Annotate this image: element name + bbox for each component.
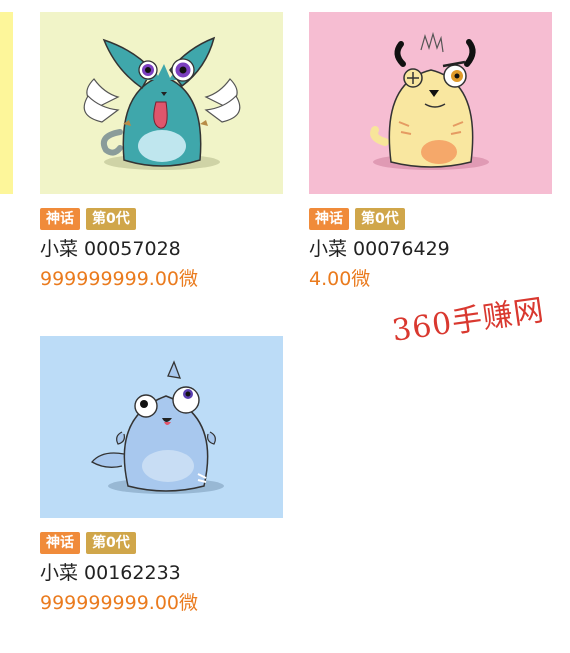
generation-badge: 第0代: [86, 208, 136, 230]
kitty-image[interactable]: [40, 336, 283, 518]
kitty-name[interactable]: 小菜 00076429: [309, 236, 552, 262]
mythic-badge: 神话: [40, 208, 80, 230]
blue-fin-cat-image: [91, 360, 224, 494]
kitty-price: 999999999.00微: [40, 268, 199, 290]
kitty-name[interactable]: 小菜 00162233: [40, 560, 283, 586]
mythic-badge: 神话: [309, 208, 349, 230]
kitty-price: 999999999.00微: [40, 592, 199, 614]
generation-badge: 第0代: [86, 532, 136, 554]
mythic-badge: 神话: [40, 532, 80, 554]
kitty-card[interactable]: 神话 第0代 小菜 00076429 4.00微: [309, 12, 552, 292]
generation-badge: 第0代: [355, 208, 405, 230]
yellow-eyepatch-cat-image: [370, 31, 489, 170]
teal-winged-cat-image: [83, 36, 241, 170]
previous-card-edge: [0, 12, 13, 194]
kitty-image[interactable]: [40, 12, 283, 194]
watermark-text: 360手赚网: [390, 292, 547, 349]
kitty-name[interactable]: 小菜 00057028: [40, 236, 283, 262]
kitty-image[interactable]: [309, 12, 552, 194]
kitty-card[interactable]: 神话 第0代 小菜 00162233 999999999.00微: [40, 336, 283, 616]
kitty-card[interactable]: 神话 第0代 小菜 00057028 999999999.00微: [40, 12, 283, 292]
